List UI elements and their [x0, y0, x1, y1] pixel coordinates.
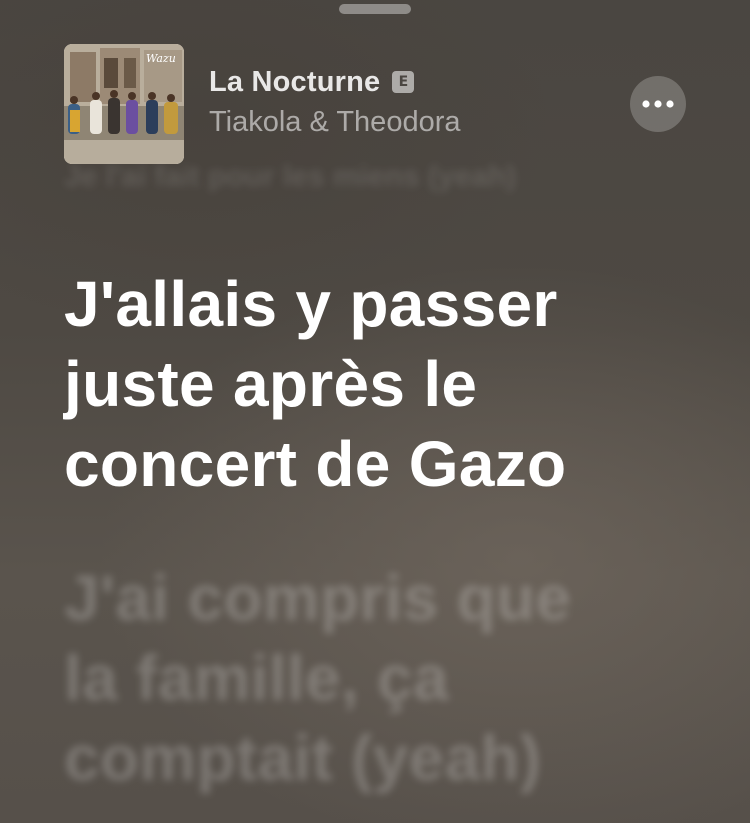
current-lyric-line: juste après le: [64, 348, 478, 420]
track-artist: Tiakola & Theodora: [209, 106, 461, 138]
album-artwork[interactable]: Wazu: [64, 44, 184, 164]
next-lyric[interactable]: J'ai compris que la famille, ça comptait…: [64, 558, 704, 798]
track-title: La Nocturne: [209, 65, 381, 98]
explicit-badge: E: [392, 71, 415, 93]
more-options-button[interactable]: [630, 76, 686, 132]
next-lyric-line: la famille, ça: [64, 642, 449, 714]
artwork-logo-text: Wazu: [146, 52, 176, 65]
current-lyric[interactable]: J'allais y passer juste après le concert…: [64, 264, 704, 504]
track-info[interactable]: La Nocturne E Tiakola & Theodora: [209, 64, 460, 139]
current-lyric-line: J'allais y passer: [64, 268, 558, 340]
previous-lyric-line[interactable]: Je l'ai fait pour les miens (yeah): [64, 160, 516, 194]
next-lyric-line: comptait (yeah): [64, 722, 542, 794]
title-row: La Nocturne E: [209, 64, 460, 100]
next-lyric-line: J'ai compris que: [64, 562, 572, 634]
now-playing-header: Wazu La Nocturne E Tiakola & Theodora: [64, 44, 686, 164]
album-artwork-image: Wazu: [64, 44, 184, 164]
ellipsis-icon: [642, 100, 674, 108]
sheet-grabber-handle[interactable]: [339, 4, 411, 14]
current-lyric-line: concert de Gazo: [64, 428, 567, 500]
